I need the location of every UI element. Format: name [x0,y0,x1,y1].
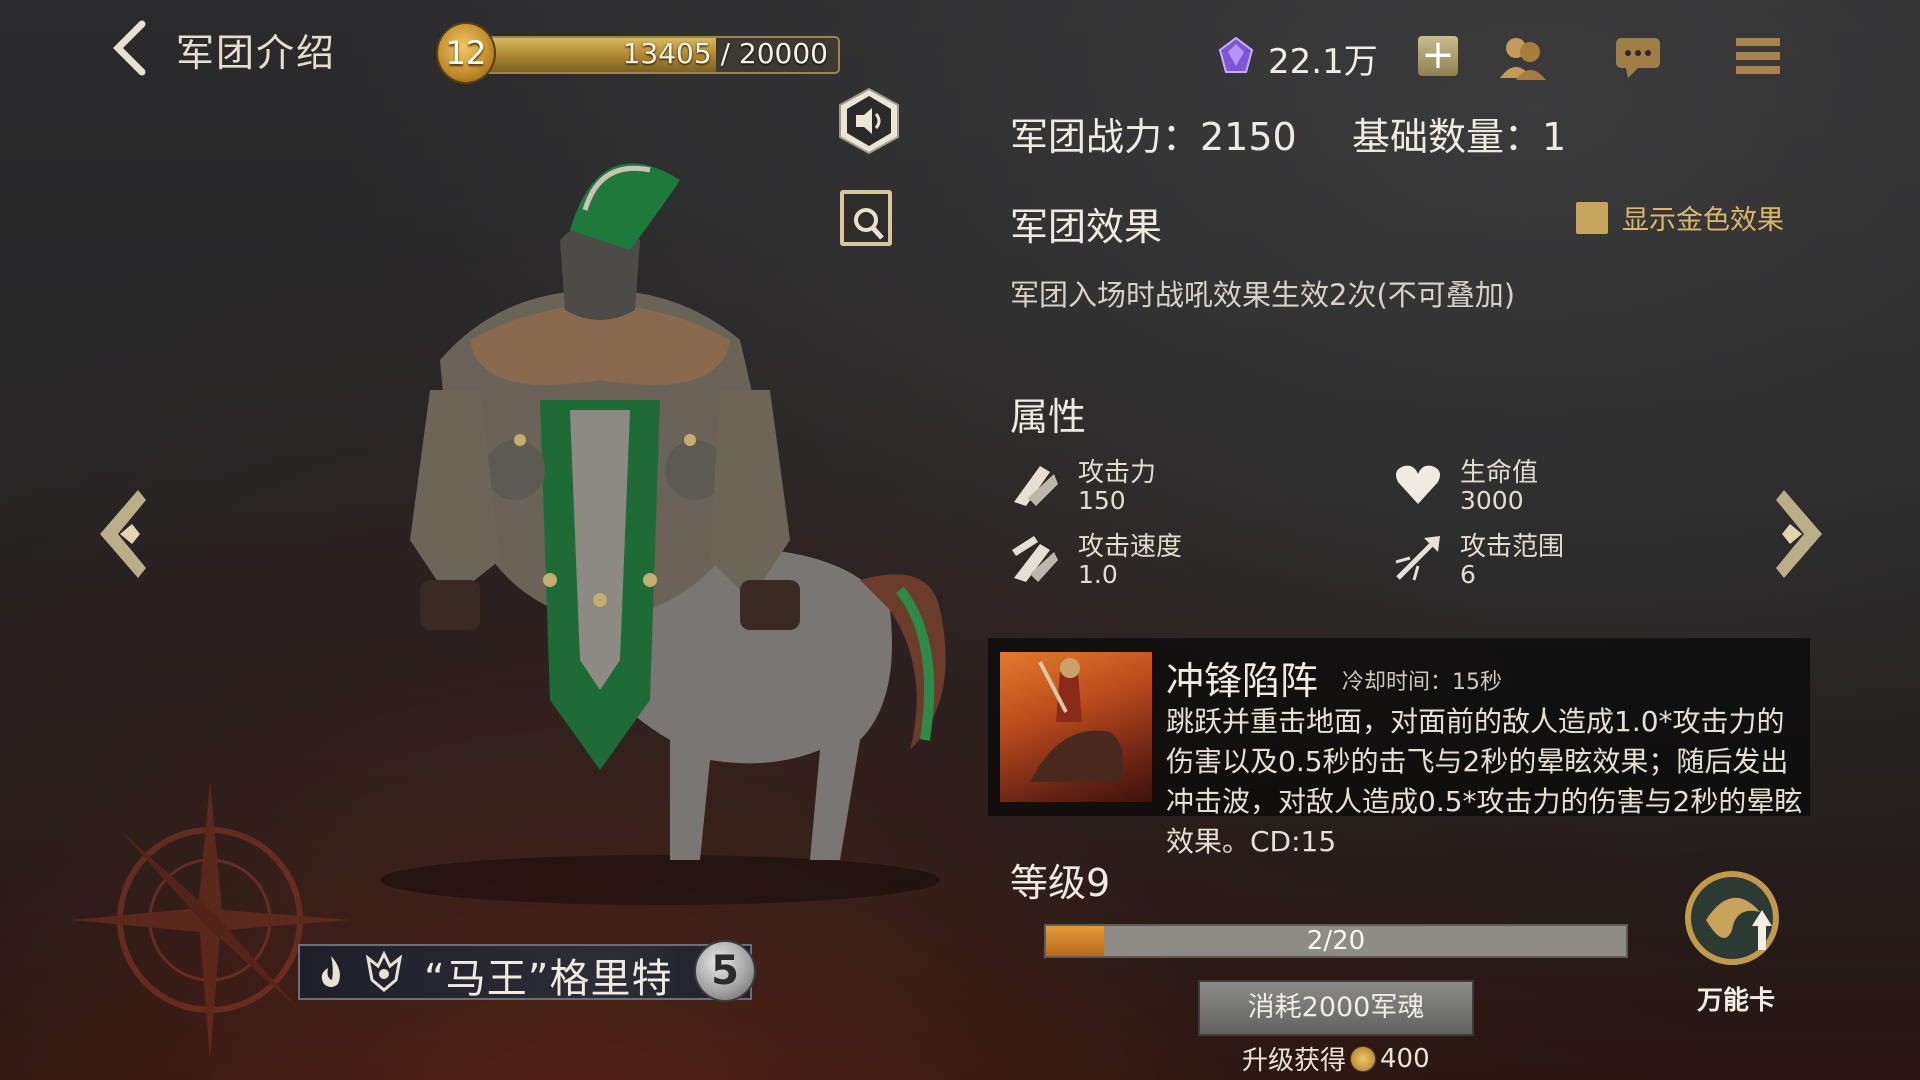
skill-description: 跳跃并重击地面，对面前的敌人造成1.0*攻击力的伤害以及0.5秒的击飞与2秒的晕… [1166,705,1803,858]
page-title: 军团介绍 [176,31,337,75]
purple-gem-icon [1218,36,1254,73]
skill-image [1000,652,1152,802]
consume-soul-button[interactable]: 消耗2000军魂 [1198,980,1474,1036]
centaur-unit-model [380,163,946,905]
attack-range-icon [1395,536,1440,581]
xp-text: 13405 / 20000 [622,37,828,70]
unit-level-label: 等级9 [1010,861,1111,905]
stat-hp: 生命值 3000 [1392,452,1692,522]
skill-cooldown: 冷却时间：15秒 [1342,670,1502,695]
stat-name: 攻击力 [1078,458,1157,488]
legion-power: 军团战力：2150 [1010,115,1297,159]
wildcard-label: 万能卡 [1696,986,1775,1016]
attack-icon [1014,466,1058,506]
upgrade-reward: 升级获得 400 [1242,1040,1430,1077]
flame-icon [321,956,340,987]
previous-unit-arrow-icon[interactable] [92,484,162,584]
gold-effect-checkbox[interactable] [1576,201,1608,234]
wildcard-icon [1685,871,1779,965]
attributes-title: 属性 [1010,395,1087,439]
player-level-bar: 13405 / 20000 12 [436,22,840,84]
stat-name: 攻击范围 [1460,532,1565,562]
stat-name: 生命值 [1460,458,1539,488]
stat-attack-speed: 攻击速度 1.0 [1010,526,1310,596]
attack-speed-icon [1012,536,1058,582]
chat-icon[interactable] [1612,30,1664,82]
menu-icon[interactable] [1732,30,1784,82]
gold-effect-label: 显示金色效果 [1622,205,1784,236]
stat-value: 3000 [1460,486,1524,515]
stat-attack-range: 攻击范围 6 [1392,526,1692,596]
upgrade-reward-label: 升级获得 [1242,1046,1347,1076]
level-progress-text: 2/20 [1306,926,1366,956]
next-unit-arrow-icon[interactable] [1760,484,1830,584]
stat-value: 6 [1460,560,1476,589]
add-currency-button[interactable]: + [1418,35,1458,76]
base-count: 基础数量：1 [1352,115,1567,159]
unit-star-badge: 5 [694,940,756,1002]
legion-effect-description: 军团入场时战吼效果生效2次(不可叠加) [1010,278,1516,312]
legion-effect-title: 军团效果 [1010,205,1163,249]
unit-name: “马王”格里特 [424,956,673,1002]
skill-name: 冲锋陷阵 [1166,659,1319,703]
stat-value: 150 [1078,486,1126,515]
upgrade-reward-amount: 400 [1380,1043,1430,1074]
player-level-badge: 12 [436,22,496,84]
stat-name: 攻击速度 [1078,532,1183,562]
show-gold-effect-toggle[interactable]: 显示金色效果 [1576,198,1784,237]
stat-attack: 攻击力 150 [1010,452,1310,522]
back-arrow-icon[interactable] [110,18,150,78]
friends-icon[interactable] [1496,30,1548,82]
currency-amount: 22.1万 [1268,42,1378,82]
wildcard-button[interactable]: 万能卡 [1676,860,1796,1020]
currency-display: 22.1万 [1216,30,1386,82]
stat-value: 1.0 [1078,560,1118,589]
coin-icon [1350,1045,1377,1072]
centaur-class-icon [365,950,403,992]
heart-icon [1396,465,1440,504]
